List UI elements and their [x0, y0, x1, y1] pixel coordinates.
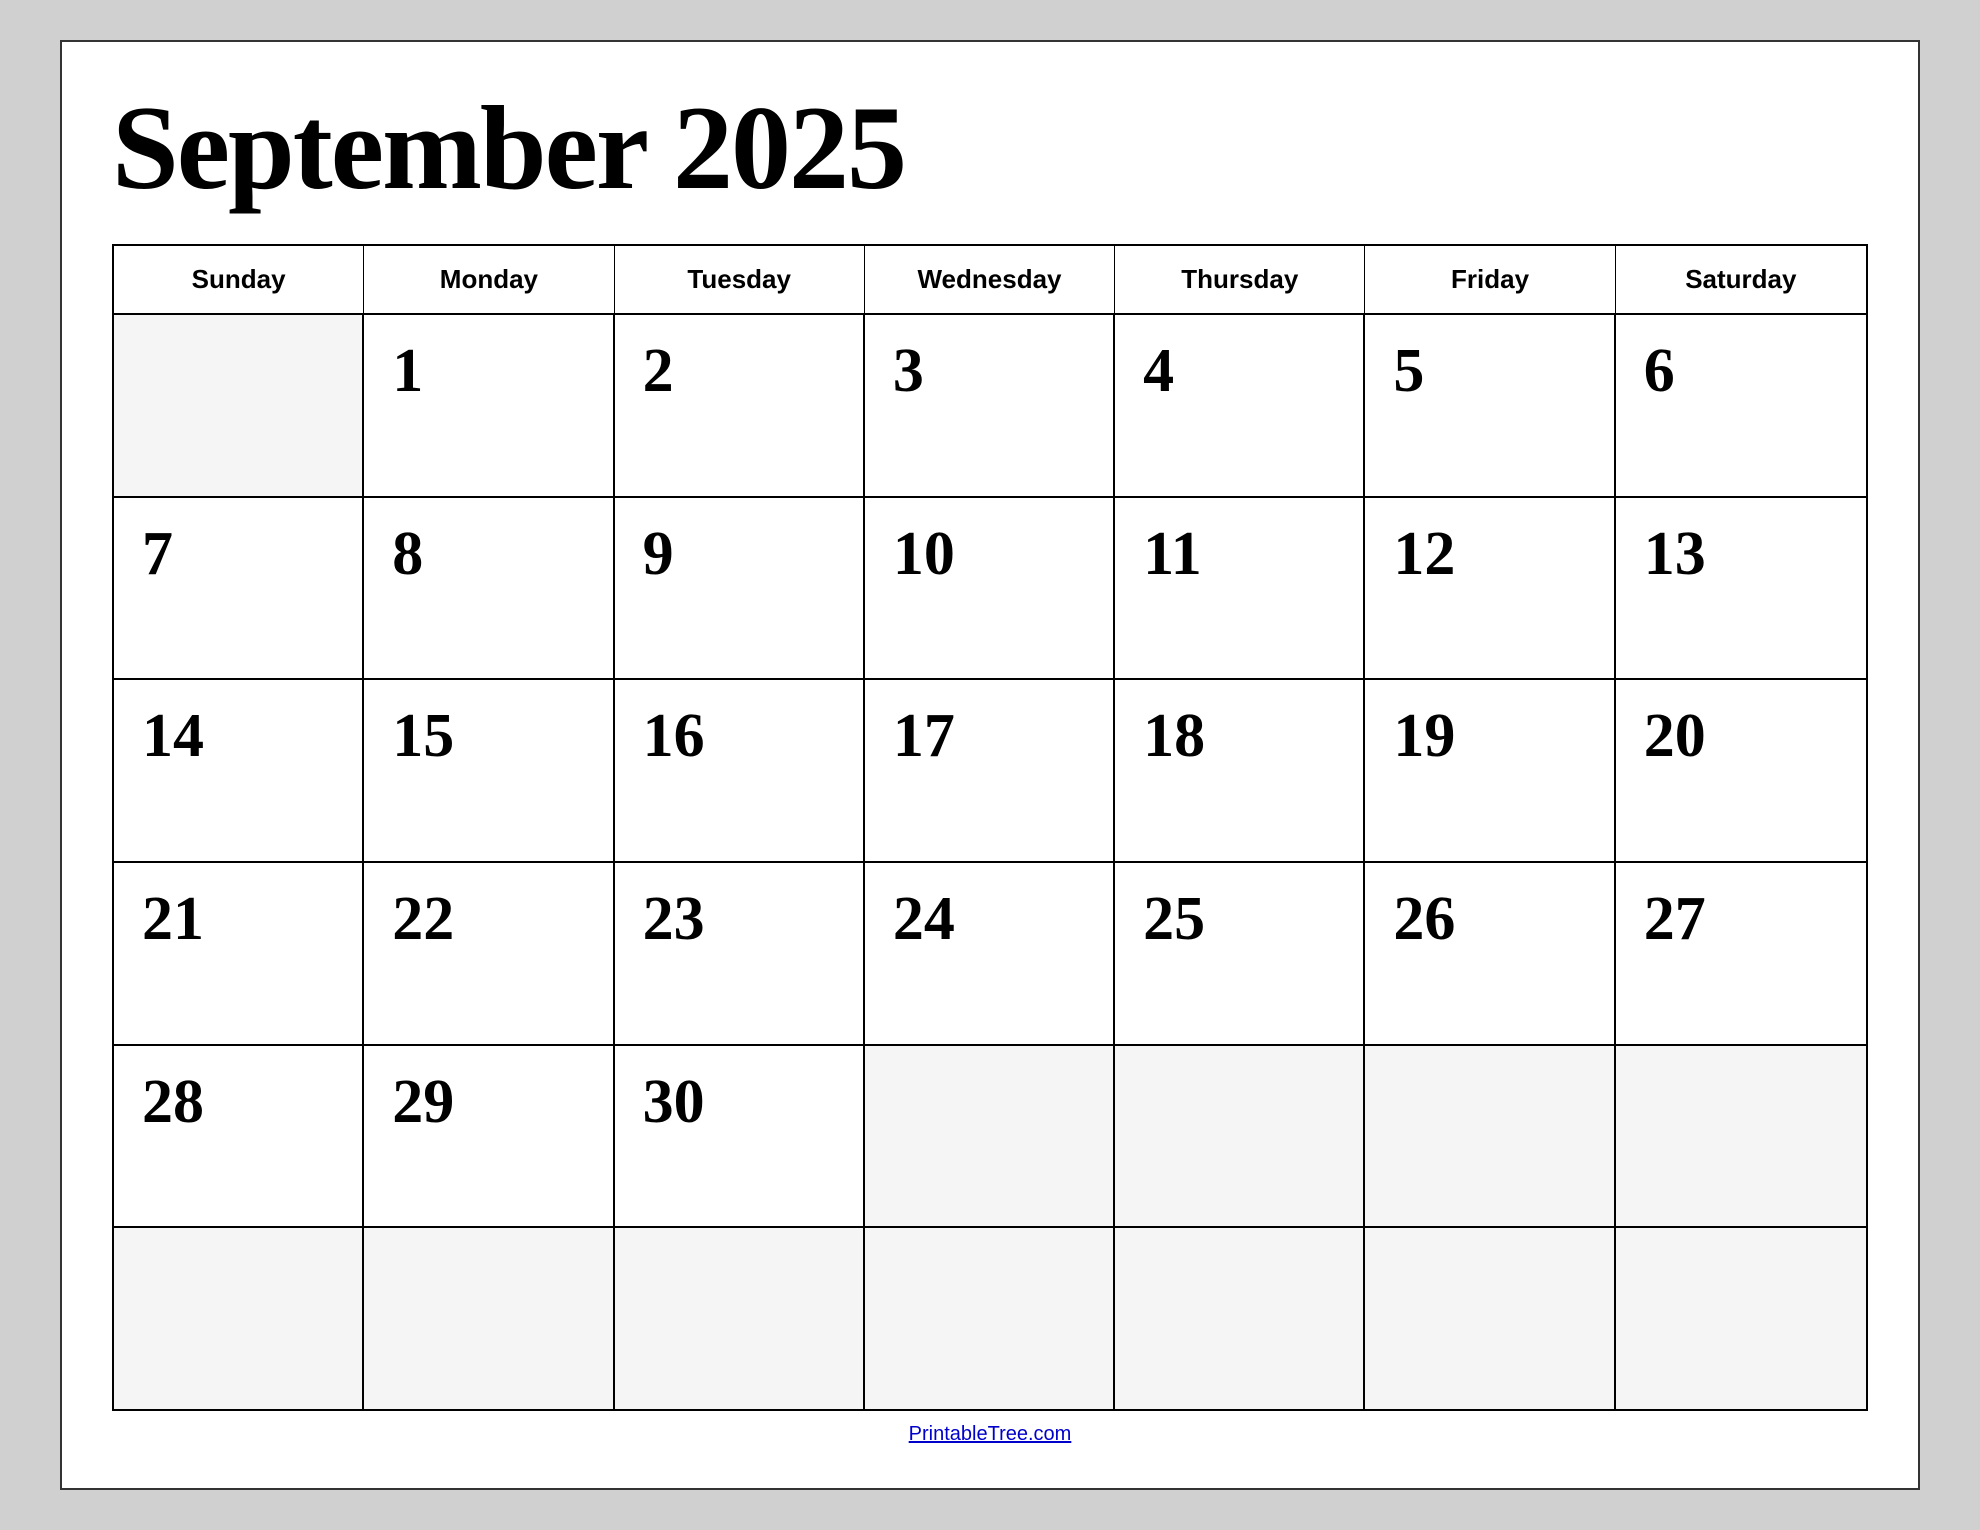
day-cell — [1616, 1046, 1866, 1227]
day-number: 25 — [1143, 888, 1205, 950]
day-cell — [615, 1228, 865, 1409]
day-cell: 21 — [114, 863, 364, 1044]
day-header-wednesday: Wednesday — [865, 246, 1115, 313]
day-number: 19 — [1393, 705, 1455, 767]
day-cell — [865, 1046, 1115, 1227]
week-row-3: 14 15 16 17 18 19 20 — [114, 680, 1866, 863]
day-cell — [114, 315, 364, 496]
day-number: 30 — [643, 1071, 705, 1133]
day-number: 13 — [1644, 523, 1706, 585]
day-header-thursday: Thursday — [1115, 246, 1365, 313]
day-header-saturday: Saturday — [1616, 246, 1866, 313]
day-cell — [1365, 1046, 1615, 1227]
day-number: 15 — [392, 705, 454, 767]
day-number: 7 — [142, 523, 173, 585]
day-header-tuesday: Tuesday — [615, 246, 865, 313]
day-cell: 23 — [615, 863, 865, 1044]
week-row-6 — [114, 1228, 1866, 1409]
week-row-2: 7 8 9 10 11 12 13 — [114, 498, 1866, 681]
day-number: 8 — [392, 523, 423, 585]
day-header-monday: Monday — [364, 246, 614, 313]
day-number: 18 — [1143, 705, 1205, 767]
day-cell — [1365, 1228, 1615, 1409]
day-number: 24 — [893, 888, 955, 950]
day-cell: 17 — [865, 680, 1115, 861]
day-number: 10 — [893, 523, 955, 585]
day-cell: 26 — [1365, 863, 1615, 1044]
day-cell: 14 — [114, 680, 364, 861]
day-cell — [114, 1228, 364, 1409]
day-number: 22 — [392, 888, 454, 950]
day-number: 20 — [1644, 705, 1706, 767]
weeks-container: 1234567891011121314151617181920212223242… — [114, 315, 1866, 1409]
calendar-grid: SundayMondayTuesdayWednesdayThursdayFrid… — [112, 244, 1868, 1411]
day-number: 16 — [643, 705, 705, 767]
day-header-sunday: Sunday — [114, 246, 364, 313]
day-number: 2 — [643, 340, 674, 402]
day-number: 5 — [1393, 340, 1424, 402]
day-cell: 9 — [615, 498, 865, 679]
day-cell — [1616, 1228, 1866, 1409]
footer-link[interactable]: PrintableTree.com — [909, 1423, 1072, 1445]
day-number: 26 — [1393, 888, 1455, 950]
day-cell: 20 — [1616, 680, 1866, 861]
day-cell: 13 — [1616, 498, 1866, 679]
week-row-1: 1 2 3 4 5 6 — [114, 315, 1866, 498]
calendar-title: September 2025 — [112, 82, 1868, 214]
day-number: 12 — [1393, 523, 1455, 585]
day-cell: 19 — [1365, 680, 1615, 861]
calendar-page: September 2025 SundayMondayTuesdayWednes… — [60, 40, 1920, 1490]
day-header-friday: Friday — [1365, 246, 1615, 313]
day-cell: 24 — [865, 863, 1115, 1044]
day-cell: 25 — [1115, 863, 1365, 1044]
day-cell — [364, 1228, 614, 1409]
day-number: 14 — [142, 705, 204, 767]
day-cell: 4 — [1115, 315, 1365, 496]
day-number: 27 — [1644, 888, 1706, 950]
day-cell: 5 — [1365, 315, 1615, 496]
day-cell: 7 — [114, 498, 364, 679]
day-cell: 27 — [1616, 863, 1866, 1044]
day-cell: 8 — [364, 498, 614, 679]
day-cell: 16 — [615, 680, 865, 861]
day-cell: 28 — [114, 1046, 364, 1227]
week-row-4: 21 22 23 24 25 26 27 — [114, 863, 1866, 1046]
day-cell: 10 — [865, 498, 1115, 679]
day-cell — [865, 1228, 1115, 1409]
day-headers-row: SundayMondayTuesdayWednesdayThursdayFrid… — [114, 246, 1866, 315]
day-number: 9 — [643, 523, 674, 585]
day-number: 29 — [392, 1071, 454, 1133]
day-number: 1 — [392, 340, 423, 402]
day-cell — [1115, 1046, 1365, 1227]
day-number: 23 — [643, 888, 705, 950]
day-cell — [1115, 1228, 1365, 1409]
day-number: 11 — [1143, 523, 1202, 585]
day-cell: 6 — [1616, 315, 1866, 496]
day-cell: 12 — [1365, 498, 1615, 679]
day-cell: 15 — [364, 680, 614, 861]
day-cell: 3 — [865, 315, 1115, 496]
day-number: 6 — [1644, 340, 1675, 402]
day-cell: 29 — [364, 1046, 614, 1227]
footer: PrintableTree.com — [112, 1411, 1868, 1458]
week-row-5: 28 29 30 — [114, 1046, 1866, 1229]
day-cell: 2 — [615, 315, 865, 496]
day-cell: 30 — [615, 1046, 865, 1227]
day-number: 28 — [142, 1071, 204, 1133]
day-number: 17 — [893, 705, 955, 767]
day-cell: 1 — [364, 315, 614, 496]
day-cell: 22 — [364, 863, 614, 1044]
day-number: 21 — [142, 888, 204, 950]
day-cell: 11 — [1115, 498, 1365, 679]
day-cell: 18 — [1115, 680, 1365, 861]
day-number: 4 — [1143, 340, 1174, 402]
day-number: 3 — [893, 340, 924, 402]
